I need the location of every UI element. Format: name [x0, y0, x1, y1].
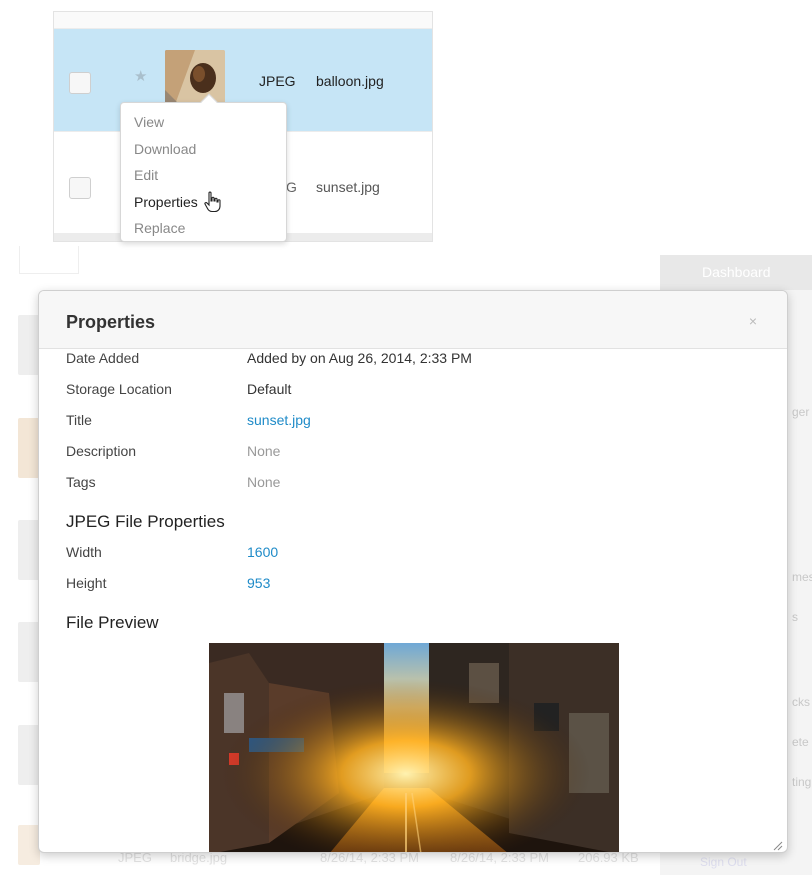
sidebar-fragment: s [792, 610, 798, 624]
file-type: G [286, 179, 297, 195]
property-value: Added by on Aug 26, 2014, 2:33 PM [247, 350, 472, 366]
property-label: Title [66, 412, 92, 428]
modal-header: Properties × [39, 291, 787, 349]
property-label: Date Added [66, 350, 140, 366]
row-checkbox[interactable] [69, 72, 91, 94]
sidebar-fragment: ting [792, 775, 812, 789]
width-value: 1600 [247, 544, 279, 560]
menu-item-edit[interactable]: Edit [121, 162, 286, 189]
background-thumbnail [18, 315, 40, 375]
table-header-strip [54, 12, 432, 29]
file-preview-image [209, 643, 619, 852]
sign-out-link: Sign Out [700, 855, 747, 869]
file-type: JPEG [259, 73, 296, 89]
star-icon[interactable]: ★ [134, 67, 147, 85]
background-search-box [19, 246, 79, 274]
property-label: Storage Location [66, 381, 172, 397]
sidebar-fragment: ete [792, 735, 809, 749]
close-icon[interactable]: × [749, 313, 757, 329]
background-thumbnail [18, 520, 40, 580]
file-preview-heading: File Preview [66, 613, 159, 632]
properties-modal: Properties × Date Added Added by on Aug … [38, 290, 788, 853]
menu-item-download[interactable]: Download [121, 136, 286, 163]
sidebar-fragment: mes [792, 570, 812, 584]
sidebar-fragment: ger [792, 405, 810, 419]
hand-pointer-icon [203, 191, 223, 219]
context-menu: View Download Edit Properties Replace [120, 93, 287, 242]
height-value: 953 [247, 575, 271, 591]
resize-grip-icon[interactable] [773, 838, 783, 851]
property-value: None [247, 474, 281, 490]
row-checkbox[interactable] [69, 177, 91, 199]
property-value: Default [247, 381, 292, 397]
sidebar-fragment: cks [792, 695, 810, 709]
file-name[interactable]: balloon.jpg [316, 73, 384, 89]
property-label: Tags [66, 474, 96, 490]
title-link[interactable]: sunset.jpg [247, 412, 311, 428]
background-thumbnail [18, 418, 40, 478]
property-label: Width [66, 544, 102, 560]
property-value: None [247, 443, 281, 459]
menu-item-view[interactable]: View [121, 109, 286, 136]
background-thumbnail [18, 622, 40, 682]
background-thumbnail [18, 725, 40, 785]
property-label: Height [66, 575, 107, 591]
file-name[interactable]: sunset.jpg [316, 179, 380, 195]
sidebar-dashboard: Dashboard [660, 255, 812, 290]
jpeg-properties-heading: JPEG File Properties [66, 512, 225, 531]
property-label: Description [66, 443, 137, 459]
modal-title: Properties [66, 312, 156, 332]
